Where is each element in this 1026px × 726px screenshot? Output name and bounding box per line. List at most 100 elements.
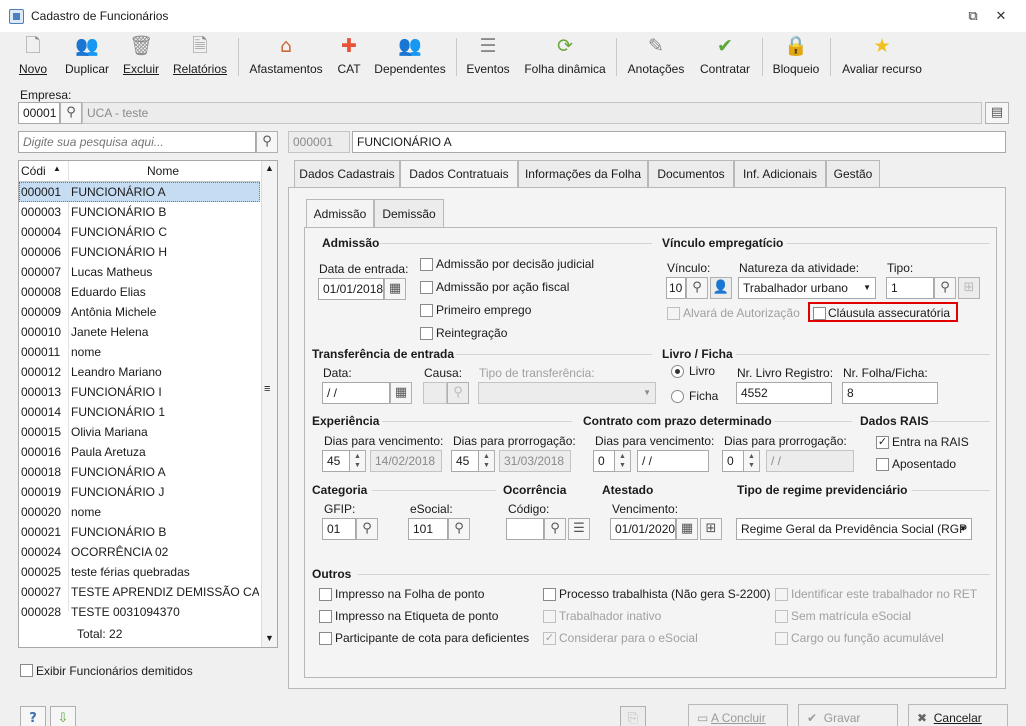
calendar-icon[interactable]: ▦	[384, 278, 406, 300]
leaves-button[interactable]: ⌂ Afastamentos	[246, 32, 326, 80]
search-icon[interactable]: ⚲	[686, 277, 708, 299]
hire-button[interactable]: ✔ Contratar	[694, 32, 756, 80]
certificate-due-input[interactable]: 01/01/2020	[610, 518, 676, 540]
book-number-input[interactable]: 4552	[736, 382, 832, 404]
judicial-admission-checkbox[interactable]	[420, 258, 433, 271]
timecard-label-checkbox[interactable]	[319, 610, 332, 623]
table-row[interactable]: 000006 FUNCIONÁRIO H	[19, 242, 260, 262]
sheet-number-input[interactable]: 8	[842, 382, 938, 404]
scroll-grip-icon[interactable]: ≡	[264, 383, 270, 395]
book-radio[interactable]	[671, 365, 684, 378]
entry-date-input[interactable]: 01/01/2018	[318, 278, 384, 300]
help-icon[interactable]: ?	[20, 706, 46, 726]
tab-informacoes-folha[interactable]: Informações da Folha	[518, 160, 648, 187]
reports-button[interactable]: 🗎 Relatórios	[170, 32, 230, 80]
events-button[interactable]: ☰ Eventos	[464, 32, 512, 80]
gfip-input[interactable]: 01	[322, 518, 356, 540]
table-row[interactable]: 000013 FUNCIONÁRIO I	[19, 382, 260, 402]
grid-scrollbar[interactable]: ▲ ≡ ▼	[261, 161, 277, 647]
search-icon[interactable]: ⚲	[544, 518, 566, 540]
disability-quota-checkbox[interactable]	[319, 632, 332, 645]
table-row[interactable]: 000015 Olivia Mariana	[19, 422, 260, 442]
search-icon[interactable]: ⚲	[934, 277, 956, 299]
table-row[interactable]: 000004 FUNCIONÁRIO C	[19, 222, 260, 242]
labor-process-checkbox[interactable]	[543, 588, 556, 601]
ft-extension-days-input[interactable]: 0	[722, 450, 744, 472]
table-row[interactable]: 000019 FUNCIONÁRIO J	[19, 482, 260, 502]
table-row[interactable]: 000003 FUNCIONÁRIO B	[19, 202, 260, 222]
dependents-button[interactable]: 👥 Dependentes	[372, 32, 448, 80]
restore-icon[interactable]: ⧉	[965, 8, 981, 24]
block-button[interactable]: 🔒 Bloqueio	[770, 32, 822, 80]
first-job-checkbox[interactable]	[420, 304, 433, 317]
employee-search-input[interactable]	[18, 131, 256, 153]
sheet-radio[interactable]	[671, 390, 684, 403]
table-row[interactable]: 000020 nome	[19, 502, 260, 522]
column-name-header[interactable]: Nome	[147, 164, 179, 178]
close-icon[interactable]: ✕	[993, 8, 1009, 24]
ft-due-days-input[interactable]: 0	[593, 450, 615, 472]
duplicate-button[interactable]: 👥 Duplicar	[60, 32, 114, 80]
exp-extension-days-stepper[interactable]: ▲ ▼	[479, 450, 495, 472]
rate-resource-button[interactable]: ★ Avaliar recurso	[838, 32, 926, 80]
ft-due-date-input[interactable]: / /	[637, 450, 709, 472]
tab-gestao[interactable]: Gestão	[826, 160, 880, 187]
add-date-icon[interactable]: ⊞	[700, 518, 722, 540]
exp-due-days-input[interactable]: 45	[322, 450, 350, 472]
new-button[interactable]: 🗋 Novo	[10, 32, 56, 80]
delete-button[interactable]: 🗑 Excluir	[120, 32, 162, 80]
company-code-input[interactable]: 00001	[18, 102, 60, 124]
scroll-down-icon[interactable]: ▼	[265, 633, 274, 643]
table-row[interactable]: 000021 FUNCIONÁRIO B	[19, 522, 260, 542]
dynamic-sheet-button[interactable]: ⟳ Folha dinâmica	[520, 32, 610, 80]
table-row[interactable]: 000028 TESTE 0031094370	[19, 602, 260, 622]
show-dismissed-checkbox[interactable]	[20, 664, 33, 677]
link-input[interactable]: 10	[666, 277, 686, 299]
calendar-table-icon[interactable]: ▤	[985, 102, 1009, 124]
table-row[interactable]: 000007 Lucas Matheus	[19, 262, 260, 282]
exp-due-days-stepper[interactable]: ▲ ▼	[350, 450, 366, 472]
enters-rais-checkbox[interactable]: ✓	[876, 436, 889, 449]
clause-checkbox[interactable]	[813, 307, 826, 320]
cat-button[interactable]: ✚ CAT	[332, 32, 366, 80]
table-row[interactable]: 000014 FUNCIONÁRIO 1	[19, 402, 260, 422]
search-icon[interactable]: ⚲	[256, 131, 278, 153]
export-icon[interactable]: ⇩	[50, 706, 76, 726]
tab-dados-contratuais[interactable]: Dados Contratuais	[400, 160, 518, 188]
pension-regime-select[interactable]: Regime Geral da Previdência Social (RGP ▼	[736, 518, 972, 540]
subtab-admissao[interactable]: Admissão	[306, 199, 374, 228]
calendar-icon[interactable]: ▦	[390, 382, 412, 404]
employee-name-input[interactable]: FUNCIONÁRIO A	[352, 131, 1006, 153]
table-row[interactable]: 000008 Eduardo Elias	[19, 282, 260, 302]
esocial-category-input[interactable]: 101	[408, 518, 448, 540]
exp-extension-days-input[interactable]: 45	[451, 450, 479, 472]
list-icon[interactable]: ☰	[568, 518, 590, 540]
timesheet-print-checkbox[interactable]	[319, 588, 332, 601]
table-row[interactable]: 000009 Antônia Michele	[19, 302, 260, 322]
occurrence-code-input[interactable]	[506, 518, 544, 540]
ft-due-days-stepper[interactable]: ▲ ▼	[615, 450, 631, 472]
search-icon[interactable]: ⚲	[356, 518, 378, 540]
notes-button[interactable]: ✎ Anotações	[624, 32, 688, 80]
activity-nature-select[interactable]: Trabalhador urbano ▼	[738, 277, 876, 299]
tab-documentos[interactable]: Documentos	[648, 160, 734, 187]
cancel-button[interactable]: ✖ Cancelar	[908, 704, 1008, 726]
table-row[interactable]: 000024 OCORRÊNCIA 02	[19, 542, 260, 562]
retired-checkbox[interactable]	[876, 458, 889, 471]
tab-inf-adicionais[interactable]: Inf. Adicionais	[734, 160, 826, 187]
tab-dados-cadastrais[interactable]: Dados Cadastrais	[294, 160, 400, 187]
table-row[interactable]: 000011 nome	[19, 342, 260, 362]
table-row[interactable]: 000018 FUNCIONÁRIO A	[19, 462, 260, 482]
table-row[interactable]: 000016 Paula Aretuza	[19, 442, 260, 462]
transfer-date-input[interactable]: / /	[322, 382, 390, 404]
search-icon[interactable]: ⚲	[448, 518, 470, 540]
type-input[interactable]: 1	[886, 277, 934, 299]
scroll-up-icon[interactable]: ▲	[265, 163, 274, 173]
table-row[interactable]: 000012 Leandro Mariano	[19, 362, 260, 382]
ft-extension-days-stepper[interactable]: ▲ ▼	[744, 450, 760, 472]
subtab-demissao[interactable]: Demissão	[374, 199, 444, 227]
table-row[interactable]: 000027 TESTE APRENDIZ DEMISSÃO CAUSA	[19, 582, 260, 602]
table-row[interactable]: 000010 Janete Helena	[19, 322, 260, 342]
fiscal-admission-checkbox[interactable]	[420, 281, 433, 294]
table-row[interactable]: 000001 FUNCIONÁRIO A	[19, 182, 260, 202]
